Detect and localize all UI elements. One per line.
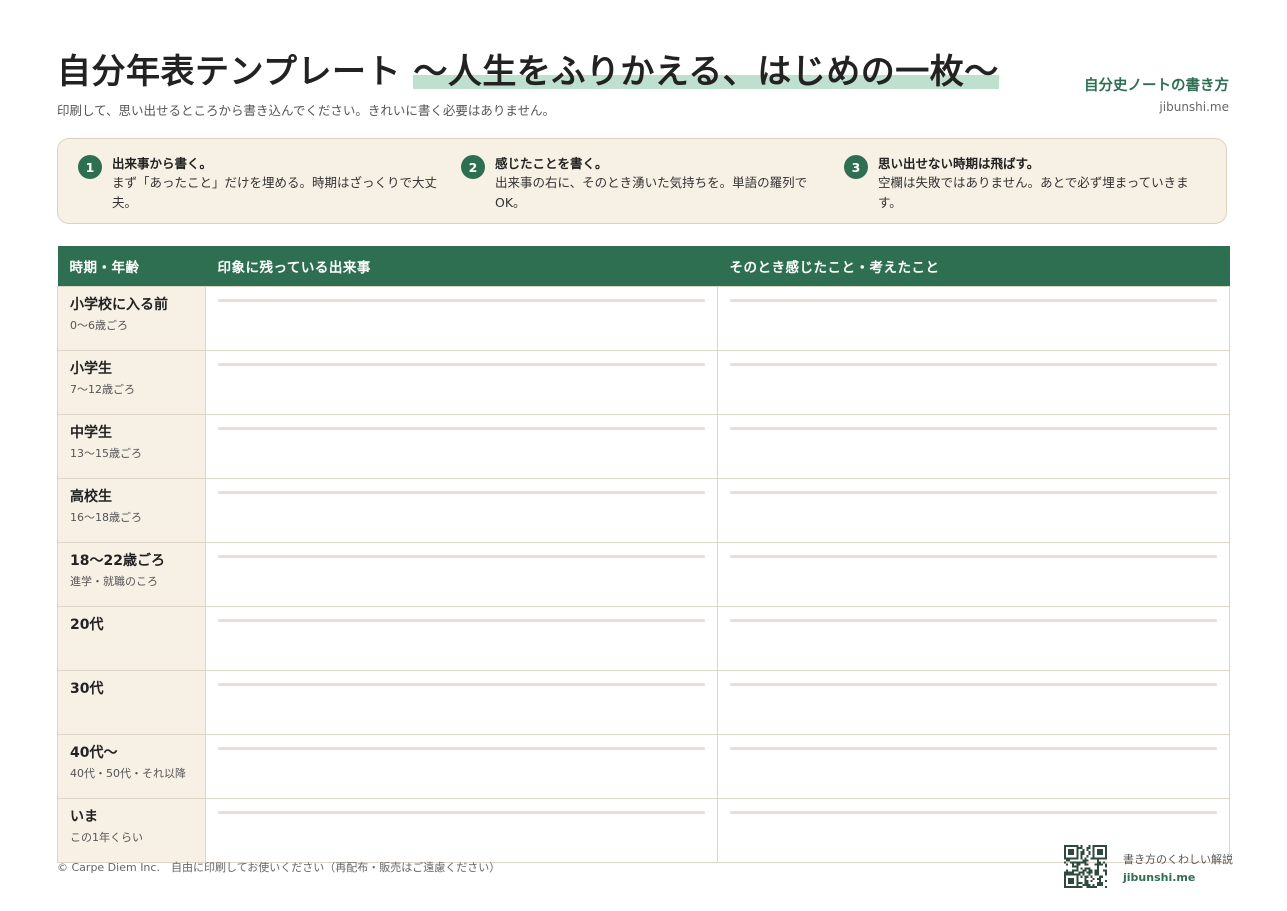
header-events: 印象に残っている出来事 bbox=[205, 246, 718, 287]
feeling-cell[interactable] bbox=[717, 670, 1230, 735]
writing-line bbox=[218, 683, 705, 686]
feeling-cell[interactable] bbox=[717, 606, 1230, 671]
footer-note: 書き方のくわしい解説 bbox=[1123, 853, 1233, 866]
brand-title: 自分史ノートの書き方 bbox=[1084, 78, 1229, 94]
event-cell[interactable] bbox=[205, 734, 718, 799]
feeling-cell[interactable] bbox=[717, 286, 1230, 351]
period-sub: 進学・就職のころ bbox=[70, 575, 158, 588]
period-cell: 小学生 7〜12歳ごろ bbox=[57, 350, 206, 415]
writing-line bbox=[218, 811, 705, 814]
feeling-cell[interactable] bbox=[717, 734, 1230, 799]
event-cell[interactable] bbox=[205, 798, 718, 863]
period-cell: 40代〜 40代・50代・それ以降 bbox=[57, 734, 206, 799]
page-title: 自分年表テンプレート 〜人生をふりかえる、はじめの一枚〜 bbox=[57, 50, 999, 94]
event-cell[interactable] bbox=[205, 478, 718, 543]
period-sub: 40代・50代・それ以降 bbox=[70, 767, 186, 780]
period-cell: 小学校に入る前 0〜6歳ごろ bbox=[57, 286, 206, 351]
table-row: 30代 bbox=[57, 670, 1230, 735]
period-cell: 30代 bbox=[57, 670, 206, 735]
table-header-row: 時期・年齢 印象に残っている出来事 そのとき感じたこと・考えたこと bbox=[57, 246, 1230, 287]
writing-line bbox=[218, 555, 705, 558]
header: 自分年表テンプレート 〜人生をふりかえる、はじめの一枚〜 印刷して、思い出せると… bbox=[57, 50, 1229, 122]
step-title: 出来事から書く。 bbox=[112, 156, 213, 171]
period-cell: 20代 bbox=[57, 606, 206, 671]
table-row: 高校生 16〜18歳ごろ bbox=[57, 478, 1230, 543]
period-cell: いまこの1年くらい bbox=[57, 798, 206, 863]
period-sub: この1年くらい bbox=[70, 831, 143, 844]
step-title: 思い出せない時期は飛ばす。 bbox=[878, 156, 1040, 171]
timeline-table: 時期・年齢 印象に残っている出来事 そのとき感じたこと・考えたこと 小学校に入る… bbox=[57, 246, 1230, 863]
period-sub: 7〜12歳ごろ bbox=[70, 383, 135, 396]
qr-code-icon[interactable] bbox=[1064, 845, 1107, 888]
period-label: 18〜22歳ごろ bbox=[70, 553, 165, 569]
writing-line bbox=[730, 811, 1217, 814]
writing-line bbox=[730, 555, 1217, 558]
step-description: 空欄は失敗ではありません。あとで必ず埋まっていきます。 bbox=[878, 175, 1189, 210]
event-cell[interactable] bbox=[205, 542, 718, 607]
step-number-badge: 2 bbox=[461, 155, 485, 179]
step-description: 出来事の右に、そのとき湧いた気持ちを。単語の羅列でOK。 bbox=[495, 175, 808, 210]
footer-url[interactable]: jibunshi.me bbox=[1123, 871, 1233, 884]
event-cell[interactable] bbox=[205, 606, 718, 671]
footer-link: 書き方のくわしい解説 jibunshi.me bbox=[1123, 851, 1233, 884]
period-label: 小学生 bbox=[70, 361, 112, 377]
feeling-cell[interactable] bbox=[717, 478, 1230, 543]
table-row: 20代 bbox=[57, 606, 1230, 671]
instructions-panel: 1 出来事から書く。 まず「あったこと」だけを埋める。時期はざっくりで大丈夫。 … bbox=[57, 138, 1227, 224]
table-row: 小学校に入る前 0〜6歳ごろ bbox=[57, 286, 1230, 351]
period-label: 中学生 bbox=[70, 425, 112, 441]
table-body: 小学校に入る前 0〜6歳ごろ 小学生 7〜12歳ごろ 中学生 13〜15歳ごろ 高校生 16〜… bbox=[57, 286, 1230, 863]
feeling-cell[interactable] bbox=[717, 542, 1230, 607]
period-cell: 18〜22歳ごろ 進学・就職のころ bbox=[57, 542, 206, 607]
event-cell[interactable] bbox=[205, 414, 718, 479]
writing-line bbox=[730, 427, 1217, 430]
page-subtitle: 印刷して、思い出せるところから書き込んでください。きれいに書く必要はありません。 bbox=[57, 103, 556, 118]
period-label: いま bbox=[70, 809, 98, 825]
writing-line bbox=[730, 619, 1217, 622]
writing-line bbox=[218, 299, 705, 302]
period-label: 30代 bbox=[70, 681, 104, 697]
period-label: 20代 bbox=[70, 617, 104, 633]
period-label: 小学校に入る前 bbox=[70, 297, 168, 313]
writing-line bbox=[730, 747, 1217, 750]
period-sub: 0〜6歳ごろ bbox=[70, 319, 128, 332]
copyright: © Carpe Diem Inc. 自由に印刷してお使いください（再配布・販売は… bbox=[57, 861, 501, 874]
title-highlight: 〜人生をふりかえる、はじめの一枚〜 bbox=[413, 52, 999, 92]
writing-line bbox=[218, 747, 705, 750]
table-row: 40代〜 40代・50代・それ以降 bbox=[57, 734, 1230, 799]
event-cell[interactable] bbox=[205, 286, 718, 351]
brand-url[interactable]: jibunshi.me bbox=[1084, 100, 1229, 114]
table-row: 中学生 13〜15歳ごろ bbox=[57, 414, 1230, 479]
table-row: 小学生 7〜12歳ごろ bbox=[57, 350, 1230, 415]
step-number-badge: 3 bbox=[844, 155, 868, 179]
feeling-cell[interactable] bbox=[717, 414, 1230, 479]
period-cell: 高校生 16〜18歳ごろ bbox=[57, 478, 206, 543]
title-main: 自分年表テンプレート bbox=[57, 52, 414, 92]
step-title: 感じたことを書く。 bbox=[495, 156, 608, 171]
writing-line bbox=[730, 363, 1217, 366]
event-cell[interactable] bbox=[205, 350, 718, 415]
period-sub: 16〜18歳ごろ bbox=[70, 511, 142, 524]
feeling-cell[interactable] bbox=[717, 350, 1230, 415]
period-label: 高校生 bbox=[70, 489, 112, 505]
writing-line bbox=[218, 491, 705, 494]
writing-line bbox=[730, 683, 1217, 686]
writing-line bbox=[730, 299, 1217, 302]
period-cell: 中学生 13〜15歳ごろ bbox=[57, 414, 206, 479]
header-period: 時期・年齢 bbox=[57, 246, 206, 287]
brand: 自分史ノートの書き方 jibunshi.me bbox=[1084, 76, 1229, 114]
table-row: いまこの1年くらい bbox=[57, 798, 1230, 863]
period-sub: 13〜15歳ごろ bbox=[70, 447, 142, 460]
period-label: 40代〜 bbox=[70, 745, 118, 761]
writing-line bbox=[730, 491, 1217, 494]
step-description: まず「あったこと」だけを埋める。時期はざっくりで大丈夫。 bbox=[112, 175, 438, 210]
header-feelings: そのとき感じたこと・考えたこと bbox=[717, 246, 1230, 287]
event-cell[interactable] bbox=[205, 670, 718, 735]
writing-line bbox=[218, 363, 705, 366]
table-row: 18〜22歳ごろ 進学・就職のころ bbox=[57, 542, 1230, 607]
writing-line bbox=[218, 619, 705, 622]
writing-line bbox=[218, 427, 705, 430]
step-number-badge: 1 bbox=[78, 155, 102, 179]
